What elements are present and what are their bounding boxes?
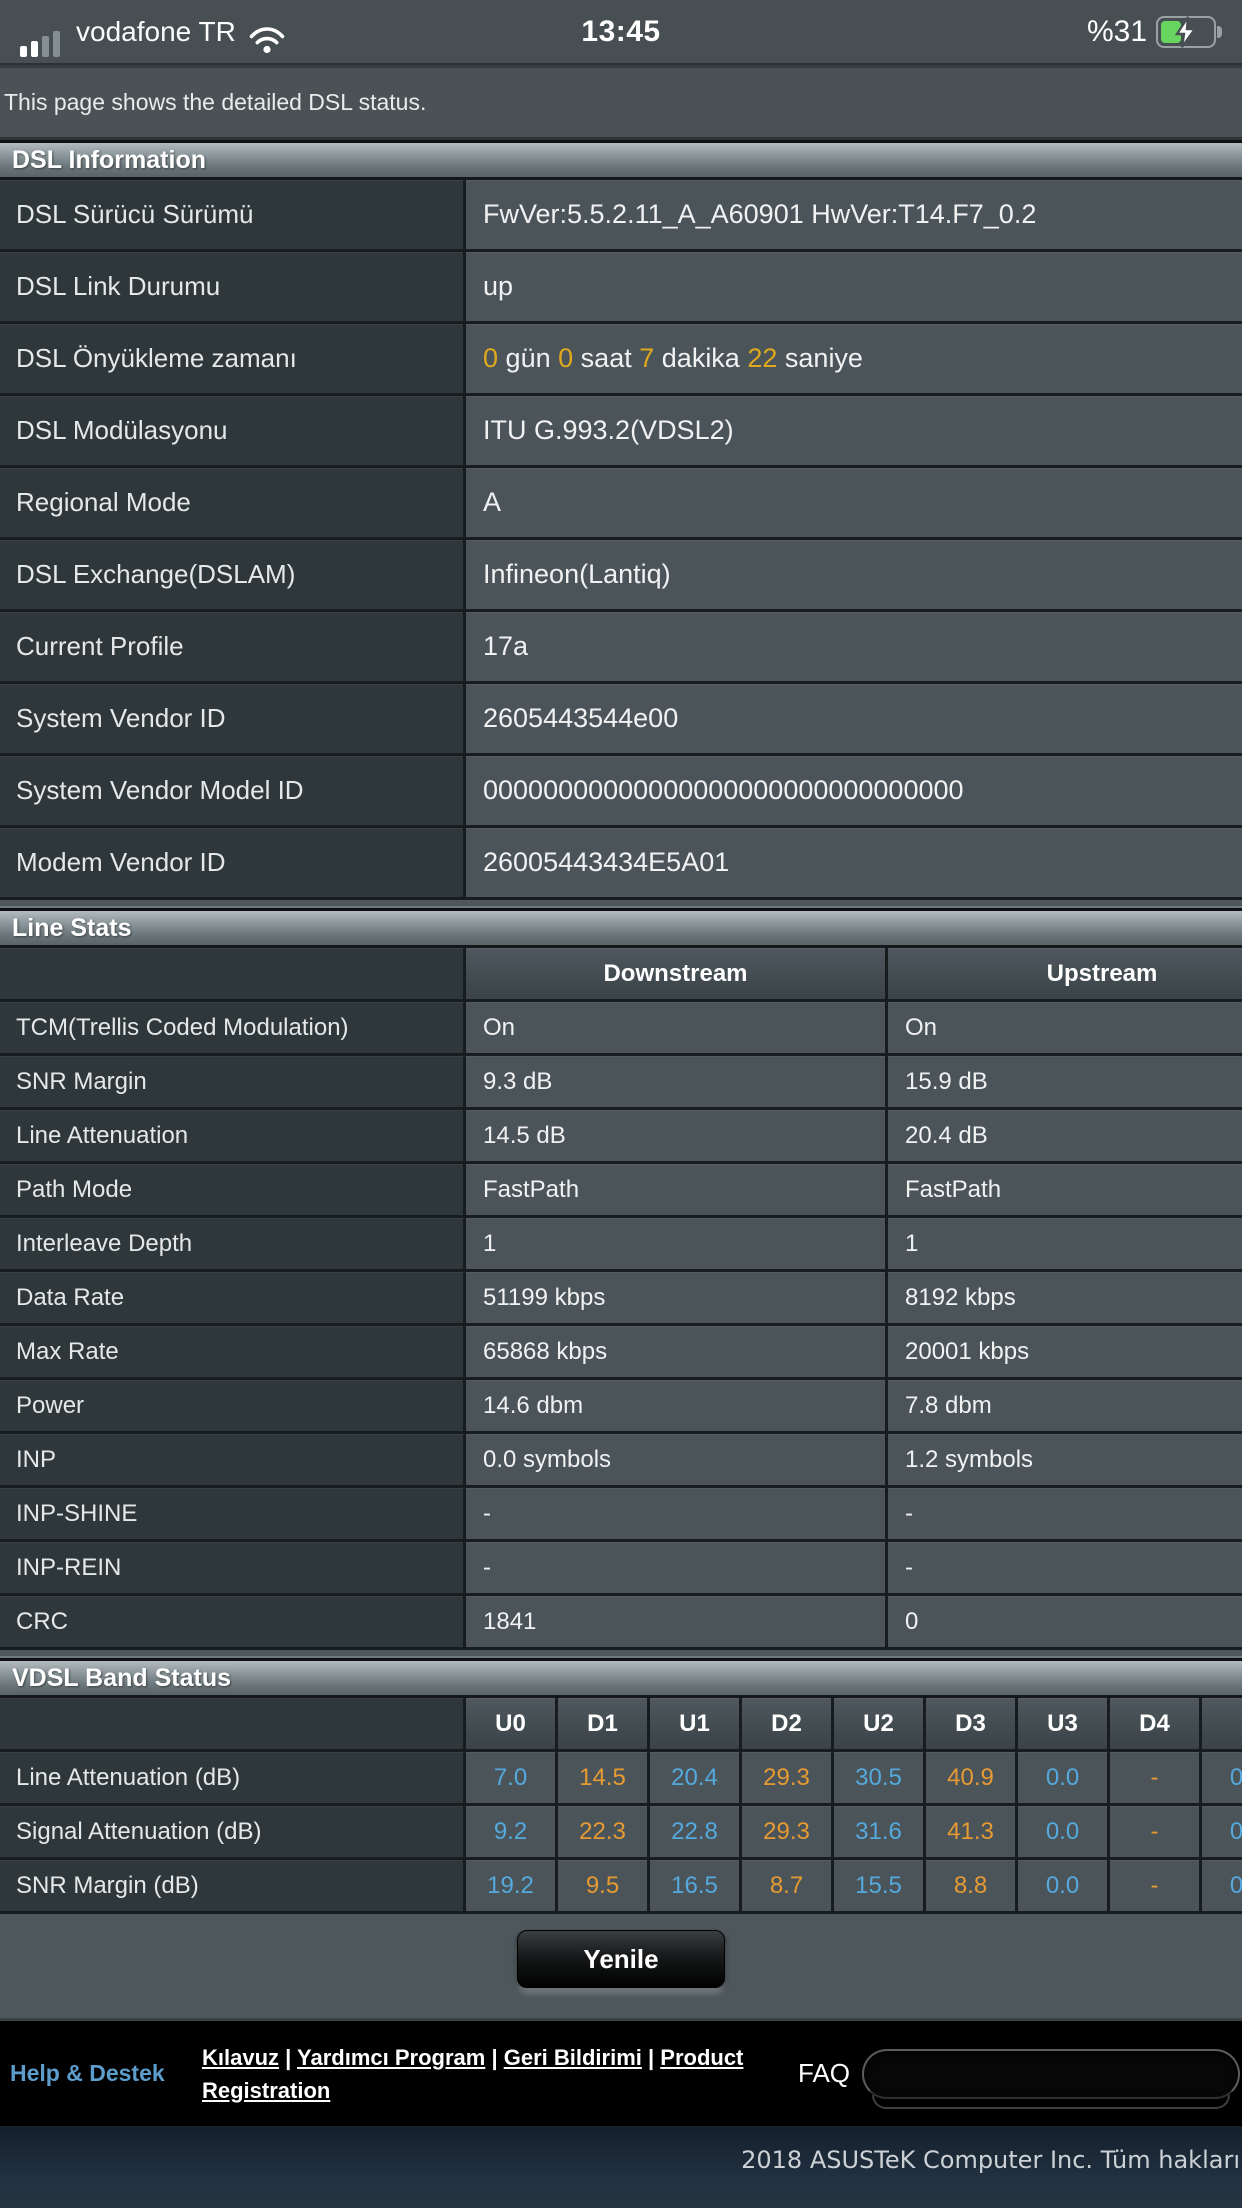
carrier-label: vodafone TR — [76, 16, 236, 47]
table-row: CRC 1841 0 — [0, 1596, 1242, 1650]
section-header-line-stats: Line Stats — [0, 908, 1242, 948]
faq-search-shadow — [872, 2094, 1231, 2109]
refresh-button[interactable]: Yenile — [517, 1930, 725, 1988]
column-header-row: Downstream Upstream — [0, 948, 1242, 1002]
table-row: System Vendor Model ID 000000000000000000… — [0, 756, 1242, 828]
separator: | — [279, 2044, 298, 2070]
table-row: Max Rate 65868 kbps 20001 kbps — [0, 1326, 1242, 1380]
help-footer: Help & Destek Kılavuz | Yardımcı Program… — [0, 2018, 1242, 2126]
col-header-upstream: Upstream — [888, 948, 1242, 999]
table-row: Signal Attenuation (dB) 9.2 22.3 22.8 29… — [0, 1806, 1242, 1860]
table-row: INP-SHINE - - — [0, 1488, 1242, 1542]
table-row: SNR Margin 9.3 dB 15.9 dB — [0, 1056, 1242, 1110]
wifi-icon — [249, 27, 285, 59]
link-feedback[interactable]: Geri Bildirimi — [504, 2045, 642, 2070]
copyright-text: 2018 ASUSTeK Computer Inc. Tüm hakları — [741, 2146, 1240, 2174]
table-row: System Vendor ID 2605443544e00 — [0, 684, 1242, 756]
cellular-signal-icon — [20, 31, 64, 57]
battery-percent-label: %31 — [1086, 14, 1147, 48]
footer-links: Kılavuz | Yardımcı Program | Geri Bildir… — [202, 2041, 790, 2107]
battery-charging-icon — [1156, 15, 1222, 48]
table-row: Current Profile 17a — [0, 612, 1242, 684]
table-row: INP-REIN - - — [0, 1542, 1242, 1596]
section-header-dsl-information: DSL Information — [0, 140, 1242, 180]
table-row: TCM(Trellis Coded Modulation) On On — [0, 1002, 1242, 1056]
table-row: DSL Sürücü Sürümü FwVer:5.5.2.11_A_A60901… — [0, 180, 1242, 252]
table-row: Line Attenuation 14.5 dB 20.4 dB — [0, 1110, 1242, 1164]
ios-status-bar: vodafone TR 13:45 %31 — [0, 0, 1242, 63]
dsl-status-page: vodafone TR 13:45 %31 This page shows th… — [0, 0, 1242, 2208]
column-header-row: U0 D1 U1 D2 U2 D3 U3 D4 — [0, 1698, 1242, 1752]
copyright-strip: 2018 ASUSTeK Computer Inc. Tüm hakları — [0, 2126, 1242, 2208]
table-row: Data Rate 51199 kbps 8192 kbps — [0, 1272, 1242, 1326]
table-row: Interleave Depth 1 1 — [0, 1218, 1242, 1272]
table-row: Path Mode FastPath FastPath — [0, 1164, 1242, 1218]
table-row: Modem Vendor ID 26005443434E5A01 — [0, 828, 1242, 900]
button-area: Yenile — [0, 1914, 1242, 2018]
dsl-information-table: DSL Sürücü Sürümü FwVer:5.5.2.11_A_A60901… — [0, 180, 1242, 900]
col-header-downstream: Downstream — [466, 948, 888, 999]
table-row: DSL Modülasyonu ITU G.993.2(VDSL2) — [0, 396, 1242, 468]
faq-search — [862, 2048, 1241, 2109]
faq-search-input[interactable] — [862, 2048, 1241, 2099]
vdsl-band-table: U0 D1 U1 D2 U2 D3 U3 D4 Line Attenuation… — [0, 1698, 1242, 1914]
help-support-label: Help & Destek — [10, 2060, 165, 2086]
table-row: Power 14.6 dbm 7.8 dbm — [0, 1380, 1242, 1434]
charging-bolt-icon — [1174, 15, 1198, 48]
link-manual[interactable]: Kılavuz — [202, 2045, 279, 2070]
faq-label: FAQ — [798, 2058, 851, 2088]
table-row-uptime: DSL Önyükleme zamanı 0 gün 0 saat 7 daki… — [0, 324, 1242, 396]
separator: | — [485, 2044, 504, 2070]
table-row: Regional Mode A — [0, 468, 1242, 540]
link-utility[interactable]: Yardımcı Program — [297, 2045, 485, 2070]
section-header-vdsl-band-status: VDSL Band Status — [0, 1658, 1242, 1698]
uptime-value: 0 gün 0 saat 7 dakika 22 saniye — [466, 324, 1242, 393]
separator: | — [641, 2044, 661, 2070]
table-row: DSL Exchange(DSLAM) Infineon(Lantiq) — [0, 540, 1242, 612]
page-description: This page shows the detailed DSL status. — [0, 68, 1242, 140]
table-row: INP 0.0 symbols 1.2 symbols — [0, 1434, 1242, 1488]
table-row: Line Attenuation (dB) 7.0 14.5 20.4 29.3… — [0, 1752, 1242, 1806]
table-row: SNR Margin (dB) 19.2 9.5 16.5 8.7 15.5 8… — [0, 1860, 1242, 1914]
line-stats-table: Downstream Upstream TCM(Trellis Coded Mo… — [0, 948, 1242, 1650]
table-row: DSL Link Durumu up — [0, 252, 1242, 324]
clock: 13:45 — [581, 14, 661, 48]
battery-nub — [1217, 25, 1222, 38]
